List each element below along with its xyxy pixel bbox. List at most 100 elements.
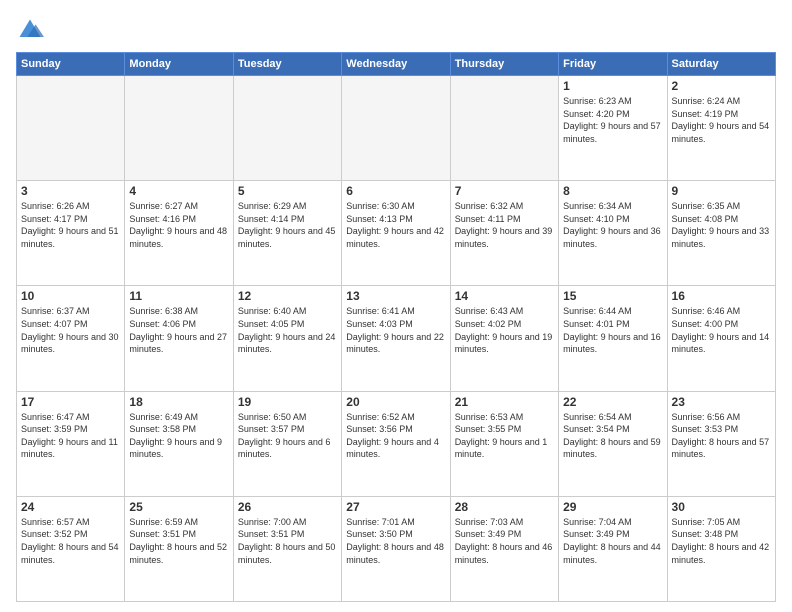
day-info: Sunrise: 6:44 AMSunset: 4:01 PMDaylight:… <box>563 305 662 355</box>
calendar-cell: 25 Sunrise: 6:59 AMSunset: 3:51 PMDayligh… <box>125 496 233 601</box>
calendar-cell: 3 Sunrise: 6:26 AMSunset: 4:17 PMDaylight… <box>17 181 125 286</box>
calendar-cell: 14 Sunrise: 6:43 AMSunset: 4:02 PMDayligh… <box>450 286 558 391</box>
calendar-cell <box>233 76 341 181</box>
day-info: Sunrise: 6:52 AMSunset: 3:56 PMDaylight:… <box>346 411 445 461</box>
day-info: Sunrise: 6:56 AMSunset: 3:53 PMDaylight:… <box>672 411 771 461</box>
day-info: Sunrise: 7:01 AMSunset: 3:50 PMDaylight:… <box>346 516 445 566</box>
day-info: Sunrise: 6:34 AMSunset: 4:10 PMDaylight:… <box>563 200 662 250</box>
weekday-header-thursday: Thursday <box>450 53 558 76</box>
day-number: 2 <box>672 79 771 93</box>
day-number: 12 <box>238 289 337 303</box>
weekday-header-row: SundayMondayTuesdayWednesdayThursdayFrid… <box>17 53 776 76</box>
day-number: 14 <box>455 289 554 303</box>
day-number: 10 <box>21 289 120 303</box>
calendar-cell <box>450 76 558 181</box>
calendar-cell: 20Sunrise: 6:52 AMSunset: 3:56 PMDayligh… <box>342 391 450 496</box>
day-info: Sunrise: 6:57 AMSunset: 3:52 PMDaylight:… <box>21 516 120 566</box>
day-info: Sunrise: 7:00 AMSunset: 3:51 PMDaylight:… <box>238 516 337 566</box>
calendar-cell: 24 Sunrise: 6:57 AMSunset: 3:52 PMDayligh… <box>17 496 125 601</box>
calendar-cell: 7Sunrise: 6:32 AMSunset: 4:11 PMDaylight… <box>450 181 558 286</box>
day-info: Sunrise: 6:54 AMSunset: 3:54 PMDaylight:… <box>563 411 662 461</box>
day-info: Sunrise: 6:26 AMSunset: 4:17 PMDaylight:… <box>21 200 120 250</box>
day-number: 16 <box>672 289 771 303</box>
calendar-cell: 5Sunrise: 6:29 AMSunset: 4:14 PMDaylight… <box>233 181 341 286</box>
day-number: 6 <box>346 184 445 198</box>
logo <box>16 16 48 44</box>
calendar-cell: 23 Sunrise: 6:56 AMSunset: 3:53 PMDayligh… <box>667 391 775 496</box>
week-row-1: 3 Sunrise: 6:26 AMSunset: 4:17 PMDaylight… <box>17 181 776 286</box>
calendar-cell: 22 Sunrise: 6:54 AMSunset: 3:54 PMDayligh… <box>559 391 667 496</box>
day-number: 13 <box>346 289 445 303</box>
day-info: Sunrise: 6:40 AMSunset: 4:05 PMDaylight:… <box>238 305 337 355</box>
day-number: 11 <box>129 289 228 303</box>
calendar-cell: 30Sunrise: 7:05 AMSunset: 3:48 PMDayligh… <box>667 496 775 601</box>
calendar-cell <box>125 76 233 181</box>
day-number: 21 <box>455 395 554 409</box>
calendar-cell: 17 Sunrise: 6:47 AMSunset: 3:59 PMDayligh… <box>17 391 125 496</box>
page: SundayMondayTuesdayWednesdayThursdayFrid… <box>0 0 792 612</box>
day-info: Sunrise: 6:27 AMSunset: 4:16 PMDaylight:… <box>129 200 228 250</box>
day-info: Sunrise: 6:49 AMSunset: 3:58 PMDaylight:… <box>129 411 228 461</box>
day-number: 19 <box>238 395 337 409</box>
day-info: Sunrise: 6:41 AMSunset: 4:03 PMDaylight:… <box>346 305 445 355</box>
day-info: Sunrise: 6:59 AMSunset: 3:51 PMDaylight:… <box>129 516 228 566</box>
day-number: 17 <box>21 395 120 409</box>
calendar-cell: 28 Sunrise: 7:03 AMSunset: 3:49 PMDayligh… <box>450 496 558 601</box>
day-number: 27 <box>346 500 445 514</box>
day-number: 15 <box>563 289 662 303</box>
day-number: 9 <box>672 184 771 198</box>
calendar-cell: 2 Sunrise: 6:24 AMSunset: 4:19 PMDaylight… <box>667 76 775 181</box>
weekday-header-wednesday: Wednesday <box>342 53 450 76</box>
day-info: Sunrise: 6:35 AMSunset: 4:08 PMDaylight:… <box>672 200 771 250</box>
calendar-cell: 16 Sunrise: 6:46 AMSunset: 4:00 PMDayligh… <box>667 286 775 391</box>
calendar-cell: 15 Sunrise: 6:44 AMSunset: 4:01 PMDayligh… <box>559 286 667 391</box>
weekday-header-sunday: Sunday <box>17 53 125 76</box>
calendar-cell: 18 Sunrise: 6:49 AMSunset: 3:58 PMDayligh… <box>125 391 233 496</box>
day-info: Sunrise: 6:46 AMSunset: 4:00 PMDaylight:… <box>672 305 771 355</box>
calendar-table: SundayMondayTuesdayWednesdayThursdayFrid… <box>16 52 776 602</box>
day-number: 1 <box>563 79 662 93</box>
day-number: 4 <box>129 184 228 198</box>
day-number: 8 <box>563 184 662 198</box>
day-info: Sunrise: 6:47 AMSunset: 3:59 PMDaylight:… <box>21 411 120 461</box>
calendar-cell: 29Sunrise: 7:04 AMSunset: 3:49 PMDayligh… <box>559 496 667 601</box>
day-info: Sunrise: 6:53 AMSunset: 3:55 PMDaylight:… <box>455 411 554 461</box>
week-row-3: 17 Sunrise: 6:47 AMSunset: 3:59 PMDayligh… <box>17 391 776 496</box>
calendar-cell: 6 Sunrise: 6:30 AMSunset: 4:13 PMDaylight… <box>342 181 450 286</box>
calendar-cell <box>342 76 450 181</box>
day-info: Sunrise: 6:43 AMSunset: 4:02 PMDaylight:… <box>455 305 554 355</box>
weekday-header-friday: Friday <box>559 53 667 76</box>
day-info: Sunrise: 6:38 AMSunset: 4:06 PMDaylight:… <box>129 305 228 355</box>
week-row-0: 1 Sunrise: 6:23 AMSunset: 4:20 PMDaylight… <box>17 76 776 181</box>
day-info: Sunrise: 6:24 AMSunset: 4:19 PMDaylight:… <box>672 95 771 145</box>
day-number: 25 <box>129 500 228 514</box>
day-info: Sunrise: 6:30 AMSunset: 4:13 PMDaylight:… <box>346 200 445 250</box>
day-info: Sunrise: 7:05 AMSunset: 3:48 PMDaylight:… <box>672 516 771 566</box>
day-number: 26 <box>238 500 337 514</box>
calendar-cell: 4 Sunrise: 6:27 AMSunset: 4:16 PMDaylight… <box>125 181 233 286</box>
week-row-2: 10 Sunrise: 6:37 AMSunset: 4:07 PMDayligh… <box>17 286 776 391</box>
day-number: 18 <box>129 395 228 409</box>
day-info: Sunrise: 6:37 AMSunset: 4:07 PMDaylight:… <box>21 305 120 355</box>
weekday-header-monday: Monday <box>125 53 233 76</box>
calendar-cell: 27 Sunrise: 7:01 AMSunset: 3:50 PMDayligh… <box>342 496 450 601</box>
day-info: Sunrise: 6:32 AMSunset: 4:11 PMDaylight:… <box>455 200 554 250</box>
day-number: 22 <box>563 395 662 409</box>
week-row-4: 24 Sunrise: 6:57 AMSunset: 3:52 PMDayligh… <box>17 496 776 601</box>
day-info: Sunrise: 6:50 AMSunset: 3:57 PMDaylight:… <box>238 411 337 461</box>
day-number: 23 <box>672 395 771 409</box>
calendar-cell: 11 Sunrise: 6:38 AMSunset: 4:06 PMDayligh… <box>125 286 233 391</box>
day-info: Sunrise: 7:03 AMSunset: 3:49 PMDaylight:… <box>455 516 554 566</box>
day-number: 28 <box>455 500 554 514</box>
day-info: Sunrise: 6:23 AMSunset: 4:20 PMDaylight:… <box>563 95 662 145</box>
calendar-cell <box>17 76 125 181</box>
logo-icon <box>16 16 44 44</box>
calendar-cell: 10 Sunrise: 6:37 AMSunset: 4:07 PMDayligh… <box>17 286 125 391</box>
day-number: 5 <box>238 184 337 198</box>
weekday-header-tuesday: Tuesday <box>233 53 341 76</box>
day-info: Sunrise: 7:04 AMSunset: 3:49 PMDaylight:… <box>563 516 662 566</box>
day-number: 24 <box>21 500 120 514</box>
day-number: 3 <box>21 184 120 198</box>
calendar-cell: 12 Sunrise: 6:40 AMSunset: 4:05 PMDayligh… <box>233 286 341 391</box>
calendar-cell: 21 Sunrise: 6:53 AMSunset: 3:55 PMDayligh… <box>450 391 558 496</box>
